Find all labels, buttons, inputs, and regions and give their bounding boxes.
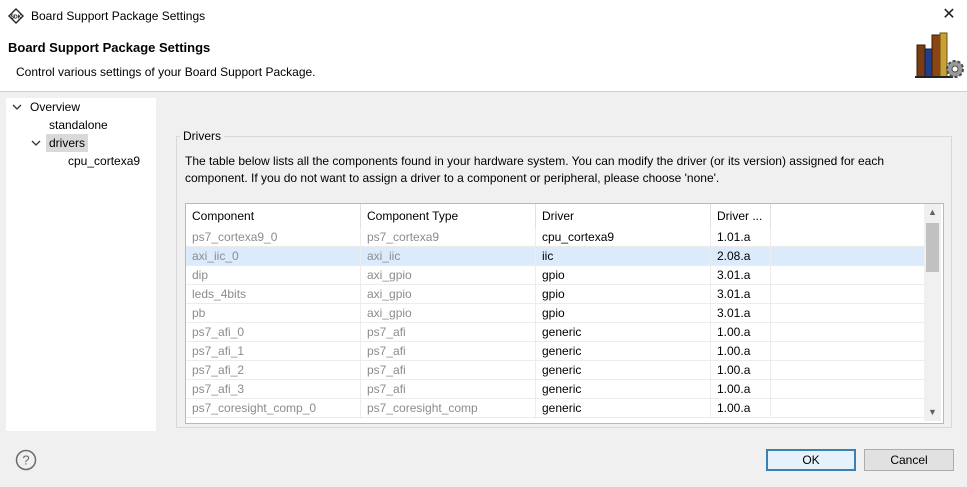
vertical-scrollbar[interactable]: ▲ ▼ xyxy=(924,204,941,421)
table-row[interactable]: ps7_cortexa9_0 ps7_cortexa9 cpu_cortexa9 1.… xyxy=(186,228,924,247)
tree-item-standalone[interactable]: standalone xyxy=(49,116,108,134)
cell-component: ps7_cortexa9_0 xyxy=(186,228,361,246)
chevron-down-icon[interactable] xyxy=(12,102,22,112)
cell-component: ps7_afi_1 xyxy=(186,342,361,360)
svg-text:SDK: SDK xyxy=(11,15,22,21)
table-header: Component Component Type Driver Driver .… xyxy=(186,204,924,228)
cell-component: ps7_afi_2 xyxy=(186,361,361,379)
drivers-table[interactable]: Component Component Type Driver Driver .… xyxy=(185,203,944,424)
cell-component-type: axi_gpio xyxy=(361,285,536,303)
cell-driver[interactable]: generic xyxy=(536,323,711,341)
ok-button[interactable]: OK xyxy=(766,449,856,471)
scroll-down-icon[interactable]: ▼ xyxy=(924,404,941,421)
navigation-tree[interactable]: Overview standalone drivers cpu_cortexa9 xyxy=(6,98,156,431)
page-description: Control various settings of your Board S… xyxy=(16,65,316,79)
drivers-description: The table below lists all the components… xyxy=(185,154,885,185)
cell-driver[interactable]: gpio xyxy=(536,304,711,322)
close-icon: ✕ xyxy=(942,6,956,23)
cell-component-type: axi_iic xyxy=(361,247,536,265)
close-button[interactable]: ✕ xyxy=(938,5,960,25)
svg-text:?: ? xyxy=(22,453,29,468)
table-row[interactable]: ps7_afi_2 ps7_afi generic 1.00.a xyxy=(186,361,924,380)
cell-driver-version[interactable]: 2.08.a xyxy=(711,247,771,265)
cell-component: ps7_coresight_comp_0 xyxy=(186,399,361,417)
table-row[interactable]: pb axi_gpio gpio 3.01.a xyxy=(186,304,924,323)
cell-component-type: ps7_afi xyxy=(361,323,536,341)
column-header-driver-version[interactable]: Driver ... xyxy=(711,204,771,228)
cell-driver-version[interactable]: 3.01.a xyxy=(711,304,771,322)
cell-driver[interactable]: cpu_cortexa9 xyxy=(536,228,711,246)
table-row[interactable]: ps7_afi_3 ps7_afi generic 1.00.a xyxy=(186,380,924,399)
cell-driver-version[interactable]: 1.00.a xyxy=(711,399,771,417)
scrollbar-thumb[interactable] xyxy=(926,223,939,272)
cell-driver-version[interactable]: 1.00.a xyxy=(711,361,771,379)
column-header-component-type[interactable]: Component Type xyxy=(361,204,536,228)
cell-component: dip xyxy=(186,266,361,284)
cell-component: leds_4bits xyxy=(186,285,361,303)
cell-driver-version[interactable]: 3.01.a xyxy=(711,285,771,303)
cell-driver[interactable]: generic xyxy=(536,361,711,379)
cell-driver-version[interactable]: 1.00.a xyxy=(711,380,771,398)
table-row[interactable]: ps7_afi_1 ps7_afi generic 1.00.a xyxy=(186,342,924,361)
cell-component-type: ps7_afi xyxy=(361,380,536,398)
title-bar: SDK Board Support Package Settings ✕ xyxy=(0,0,967,31)
cell-driver[interactable]: generic xyxy=(536,380,711,398)
cell-component-type: ps7_coresight_comp xyxy=(361,399,536,417)
table-row[interactable]: dip axi_gpio gpio 3.01.a xyxy=(186,266,924,285)
help-icon[interactable]: ? xyxy=(15,449,37,471)
cell-driver[interactable]: iic xyxy=(536,247,711,265)
cell-driver-version[interactable]: 3.01.a xyxy=(711,266,771,284)
scroll-up-icon[interactable]: ▲ xyxy=(924,204,941,221)
cell-driver[interactable]: gpio xyxy=(536,285,711,303)
cell-component: ps7_afi_3 xyxy=(186,380,361,398)
window-title: Board Support Package Settings xyxy=(31,9,206,23)
tree-item-overview[interactable]: Overview xyxy=(30,98,80,116)
column-header-component[interactable]: Component xyxy=(186,204,361,228)
books-gear-icon xyxy=(915,32,964,78)
cell-component: ps7_afi_0 xyxy=(186,323,361,341)
table-row[interactable]: ps7_coresight_comp_0 ps7_coresight_comp ge… xyxy=(186,399,924,418)
cell-component-type: ps7_afi xyxy=(361,361,536,379)
cell-driver[interactable]: gpio xyxy=(536,266,711,284)
table-row[interactable]: leds_4bits axi_gpio gpio 3.01.a xyxy=(186,285,924,304)
cell-driver-version[interactable]: 1.01.a xyxy=(711,228,771,246)
cell-component-type: ps7_afi xyxy=(361,342,536,360)
chevron-down-icon[interactable] xyxy=(31,138,41,148)
tree-item-drivers[interactable]: drivers xyxy=(46,134,89,152)
tree-item-cpu-cortexa9[interactable]: cpu_cortexa9 xyxy=(68,152,140,170)
dialog-header: Board Support Package Settings Control v… xyxy=(0,31,967,91)
cell-component-type: axi_gpio xyxy=(361,266,536,284)
sdk-app-icon: SDK xyxy=(8,8,24,24)
table-row[interactable]: ps7_afi_0 ps7_afi generic 1.00.a xyxy=(186,323,924,342)
cell-component: axi_iic_0 xyxy=(186,247,361,265)
cancel-button[interactable]: Cancel xyxy=(864,449,954,471)
drivers-group-label: Drivers xyxy=(180,129,224,143)
cell-driver[interactable]: generic xyxy=(536,342,711,360)
header-separator xyxy=(0,91,967,92)
cell-driver-version[interactable]: 1.00.a xyxy=(711,323,771,341)
cell-driver[interactable]: generic xyxy=(536,399,711,417)
column-header-driver[interactable]: Driver xyxy=(536,204,711,228)
cell-component: pb xyxy=(186,304,361,322)
cell-component-type: ps7_cortexa9 xyxy=(361,228,536,246)
cell-driver-version[interactable]: 1.00.a xyxy=(711,342,771,360)
cell-component-type: axi_gpio xyxy=(361,304,536,322)
page-title: Board Support Package Settings xyxy=(8,40,211,55)
table-row[interactable]: axi_iic_0 axi_iic iic 2.08.a xyxy=(186,247,924,266)
